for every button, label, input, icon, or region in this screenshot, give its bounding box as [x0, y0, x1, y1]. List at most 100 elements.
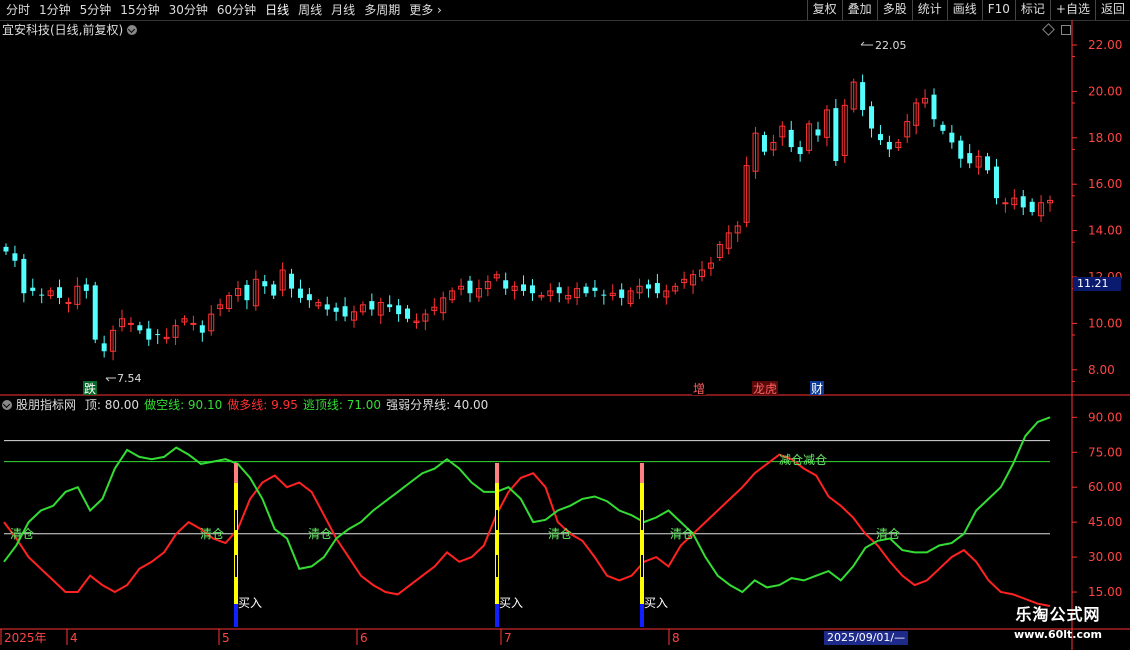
- candle-body: [467, 280, 473, 294]
- indicator-param-0: 顶: 80.00: [84, 398, 140, 412]
- candle-body: [199, 325, 205, 333]
- buy-bar-pink: [640, 463, 644, 483]
- dropdown-circle-icon[interactable]: [2, 400, 12, 410]
- candle-body: [306, 294, 312, 301]
- candle-body: [57, 287, 63, 298]
- event-marker-text: 跌: [84, 381, 96, 396]
- buy-bar-gap: [235, 510, 237, 530]
- candle-body: [146, 328, 152, 340]
- watermark: 乐淘公式网 www.60lt.com: [998, 604, 1118, 648]
- candle-body: [877, 134, 883, 141]
- buy-bar-yellow: [495, 483, 499, 604]
- buy-bar-pink: [234, 463, 238, 483]
- candle-body: [985, 156, 991, 171]
- candle-body: [940, 124, 946, 131]
- candle-body: [529, 285, 535, 294]
- buy-bar-gap: [235, 555, 237, 577]
- buy-bar-gap: [496, 555, 498, 577]
- x-axis-label: 8: [672, 631, 680, 645]
- candle-body: [797, 147, 803, 155]
- candle-body: [83, 284, 89, 291]
- y-axis-label: 8.00: [1088, 363, 1115, 377]
- candle-body: [262, 281, 268, 287]
- candle-body: [190, 322, 197, 325]
- candle-body: [931, 94, 937, 120]
- candle-body: [503, 280, 509, 289]
- buy-bar-pink: [495, 463, 499, 483]
- candle-body: [333, 307, 339, 312]
- candle-body: [592, 287, 598, 291]
- candle-body: [271, 284, 277, 296]
- ind-y-axis-label: 30.00: [1088, 550, 1122, 564]
- candle-body: [324, 304, 330, 310]
- buy-bar-gap: [496, 510, 498, 530]
- candle-body: [521, 284, 527, 291]
- kline-chart[interactable]: 22.0020.0018.0016.0014.0012.0010.008.009…: [0, 0, 1130, 650]
- candle-body: [1029, 201, 1035, 213]
- candle-body: [92, 285, 98, 340]
- buy-bar-yellow: [234, 483, 238, 604]
- high-marker-arrow: [860, 41, 873, 46]
- indicator-param-1: 做空线: 90.10: [144, 398, 223, 412]
- watermark-title: 乐淘公式网: [1015, 605, 1101, 624]
- candle-body: [3, 246, 9, 252]
- reduce-position-label: 减仓减仓: [779, 453, 827, 467]
- buy-bar-gap: [641, 510, 643, 530]
- candle-body: [1020, 196, 1026, 208]
- indicator-title[interactable]: 股朋指标网 顶: 80.00 做空线: 90.10 做多线: 9.95 逃顶线: 71…: [2, 397, 488, 413]
- candle-body: [244, 284, 250, 301]
- clear-position-label: 清仓: [10, 527, 34, 541]
- candle-body: [101, 343, 107, 352]
- candle-body: [815, 129, 821, 136]
- candle-body: [387, 304, 393, 308]
- candle-body: [137, 325, 143, 331]
- buy-bar-gap: [641, 555, 643, 577]
- y-axis-label: 22.00: [1088, 38, 1122, 52]
- indicator-params: 顶: 80.00 做空线: 90.10 做多线: 9.95 逃顶线: 71.00 强弱分…: [80, 398, 488, 412]
- ind-y-axis-label: 15.00: [1088, 585, 1122, 599]
- event-marker-text: 增: [693, 382, 705, 396]
- event-marker-text: 龙虎: [753, 382, 777, 396]
- candle-body: [645, 284, 651, 289]
- ind-y-axis-label: 75.00: [1088, 445, 1122, 459]
- indicator-param-3: 逃顶线: 71.00: [302, 398, 382, 412]
- x-axis-label: 7: [504, 631, 512, 645]
- event-marker-text: 财: [811, 382, 823, 396]
- candle-body: [556, 287, 562, 294]
- candle-body: [993, 166, 999, 199]
- ind-y-axis-label: 90.00: [1088, 410, 1122, 424]
- candle-body: [405, 308, 411, 319]
- candle-body: [601, 294, 607, 296]
- candle-body: [788, 129, 794, 148]
- candle-body: [958, 140, 964, 159]
- y-axis-label: 20.00: [1088, 84, 1122, 98]
- candle-body: [21, 258, 27, 294]
- candle-body: [297, 288, 303, 298]
- candle-body: [289, 273, 295, 289]
- buy-label: 买入: [644, 596, 668, 610]
- y-axis-label: 14.00: [1088, 224, 1122, 238]
- watermark-url: www.60lt.com: [1013, 628, 1103, 641]
- x-axis-label: 6: [360, 631, 368, 645]
- candle-body: [886, 141, 892, 150]
- candle-body: [342, 306, 348, 317]
- indicator-param-4: 强弱分界线: 40.00: [386, 398, 489, 412]
- candle-body: [583, 286, 589, 294]
- x-axis-label: 4: [70, 631, 78, 645]
- x-axis-label: 5: [222, 631, 230, 645]
- candle-body: [949, 132, 955, 143]
- candle-body: [39, 294, 45, 296]
- clear-position-label: 清仓: [876, 527, 900, 541]
- candle-body: [1002, 202, 1009, 205]
- candle-body: [869, 106, 875, 129]
- candle-body: [127, 322, 134, 325]
- candle-body: [369, 301, 375, 310]
- high-marker-label: 22.05: [875, 39, 907, 52]
- y-axis-label: 18.00: [1088, 131, 1122, 145]
- candle-body: [833, 108, 839, 161]
- candle-body: [65, 302, 72, 305]
- candle-body: [761, 135, 767, 152]
- candle-body: [30, 287, 36, 291]
- clear-position-label: 清仓: [200, 527, 224, 541]
- ind-y-axis-label: 45.00: [1088, 515, 1122, 529]
